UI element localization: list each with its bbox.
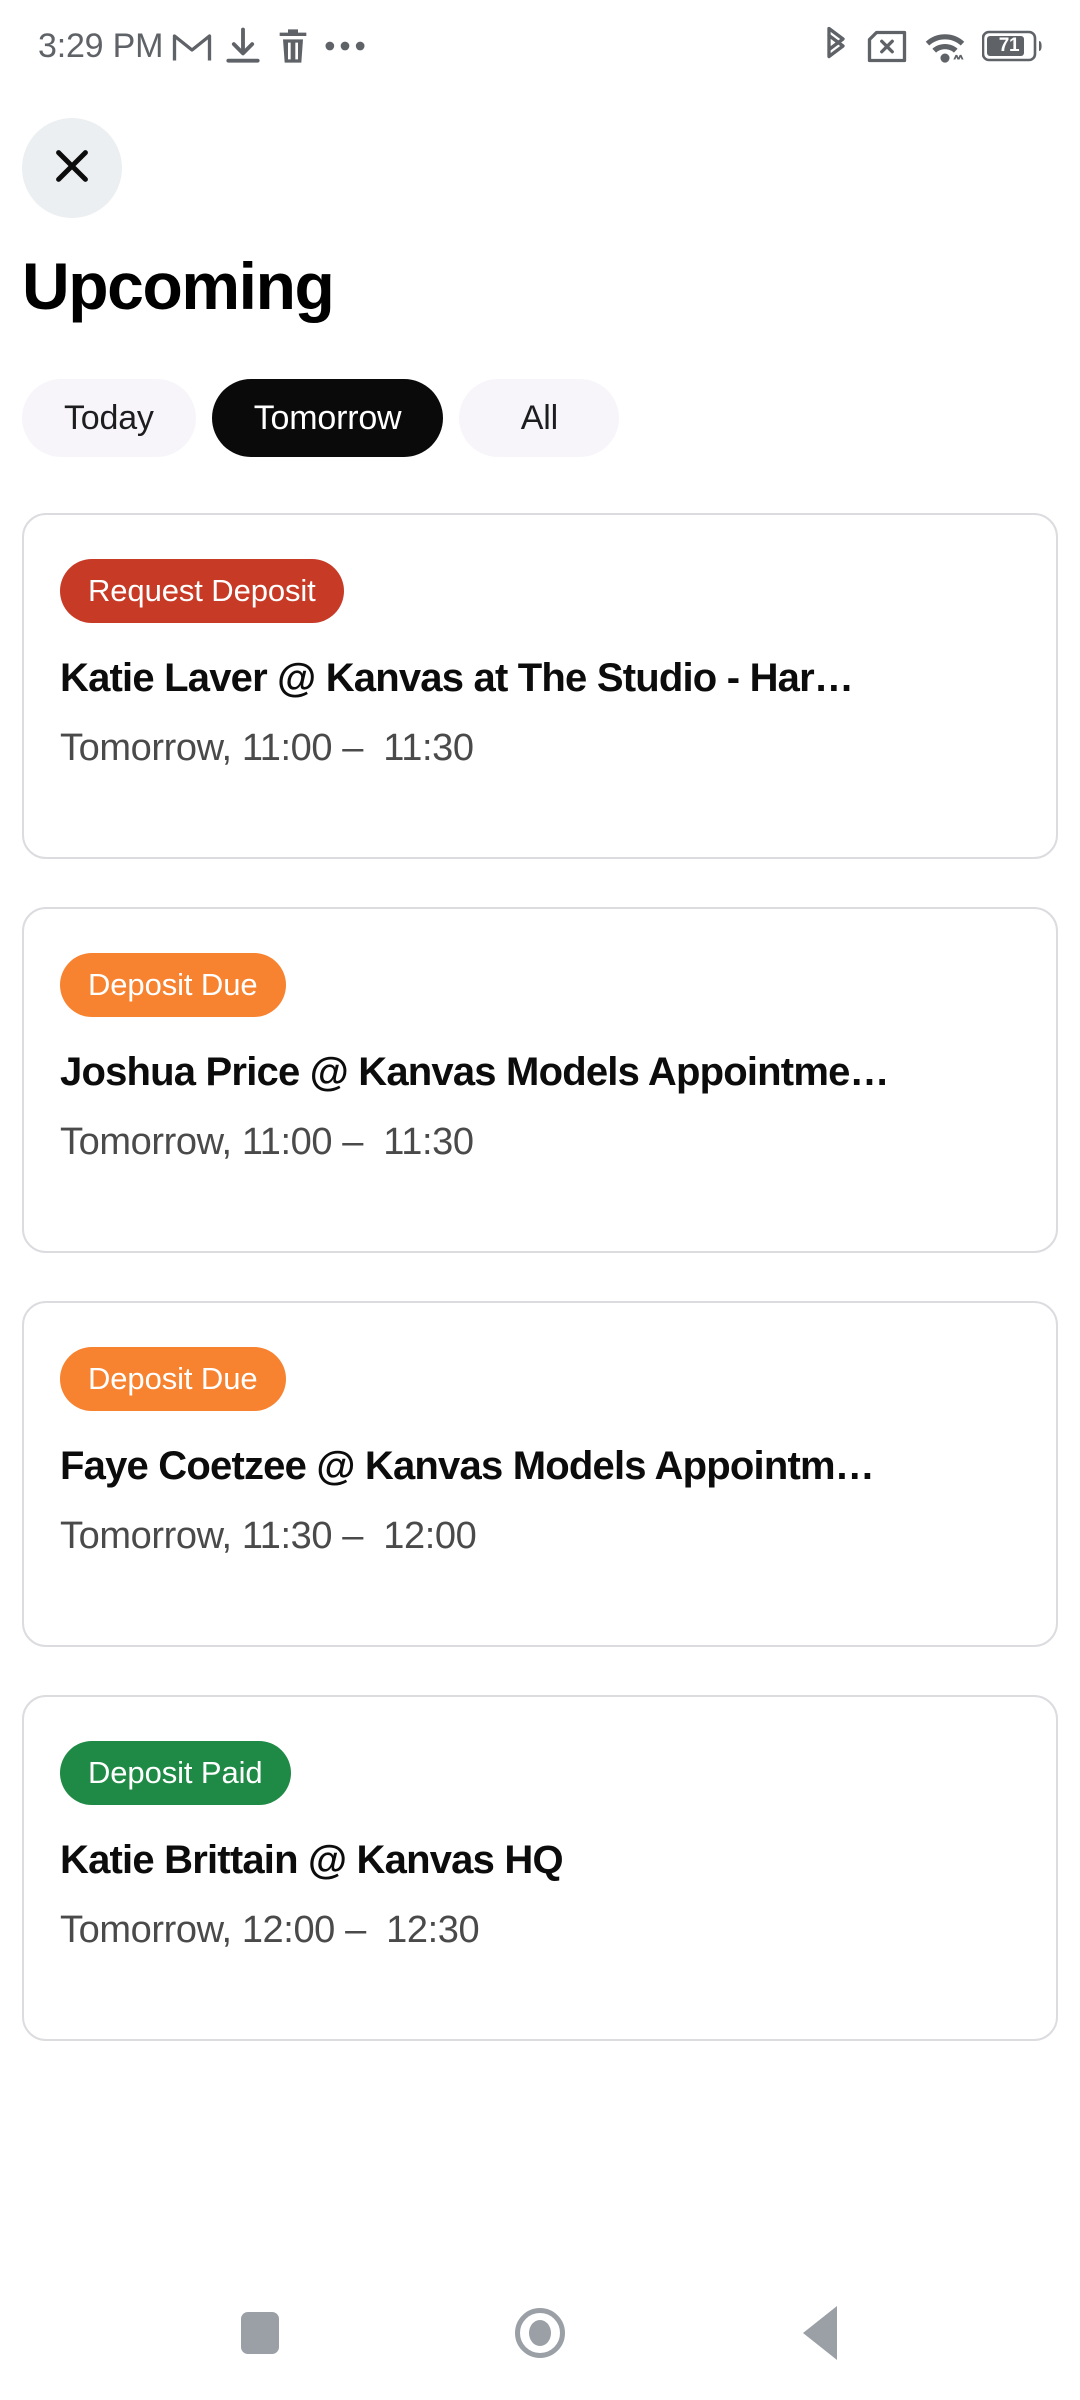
triangle-left-icon [803,2305,837,2360]
bluetooth-icon [822,26,850,64]
filter-tabs: Today Tomorrow All [0,321,1080,458]
appointment-time: Tomorrow, 11:00 – 11:30 [60,1121,474,1164]
appointment-time: Tomorrow, 12:00 – 12:30 [60,1909,480,1952]
appointment-time: Tomorrow, 11:00 – 11:30 [60,727,474,770]
battery-icon: 71 [981,30,1044,62]
page-header: Upcoming [0,92,1080,321]
battery-percent-text: 71 [998,35,1020,56]
app-screen: 3:29 PM 71 Upcoming Today Tomorrow All R… [0,0,1080,2400]
appointment-card[interactable]: Request Deposit Katie Laver @ Kanvas at … [22,513,1058,860]
close-icon [49,143,95,194]
status-badge: Request Deposit [60,559,344,624]
appointment-title: Katie Brittain @ Kanvas HQ [60,1838,564,1883]
appointment-card[interactable]: Deposit Paid Katie Brittain @ Kanvas HQ … [22,1695,1058,2042]
home-button[interactable] [485,2278,595,2388]
sim-card-off-icon [866,29,908,63]
circle-icon [515,2307,565,2358]
appointment-card[interactable]: Deposit Due Joshua Price @ Kanvas Models… [22,907,1058,1254]
overflow-menu-icon [319,29,371,63]
appointment-title: Faye Coetzee @ Kanvas Models Appointm… [60,1444,875,1489]
wifi-icon [924,29,966,63]
appointment-card[interactable]: Deposit Due Faye Coetzee @ Kanvas Models… [22,1301,1058,1648]
status-badge: Deposit Due [60,1347,286,1412]
gmail-icon [171,29,213,63]
close-button[interactable] [22,118,122,218]
status-badge: Deposit Paid [60,1741,291,1806]
download-icon [221,27,265,63]
filter-tab-tomorrow[interactable]: Tomorrow [211,379,444,458]
system-navigation-bar [0,2265,1080,2400]
appointment-title: Joshua Price @ Kanvas Models Appointme… [60,1050,890,1095]
status-badge: Deposit Due [60,953,286,1018]
appointment-title: Katie Laver @ Kanvas at The Studio - Har… [60,656,854,701]
appointment-time: Tomorrow, 11:30 – 12:00 [60,1515,477,1558]
filter-tab-today[interactable]: Today [22,379,196,458]
recents-button[interactable] [205,2278,315,2388]
page-title: Upcoming [22,249,335,323]
back-button[interactable] [765,2278,875,2388]
status-bar-left: 3:29 PM [38,27,371,65]
filter-tab-all[interactable]: All [459,379,620,458]
square-icon [241,2311,279,2354]
status-clock: 3:29 PM [38,27,164,65]
trash-icon [273,29,313,63]
status-bar: 3:29 PM 71 [0,0,1080,92]
status-bar-right: 71 [822,26,1044,64]
appointment-list[interactable]: Request Deposit Katie Laver @ Kanvas at … [0,457,1080,2265]
